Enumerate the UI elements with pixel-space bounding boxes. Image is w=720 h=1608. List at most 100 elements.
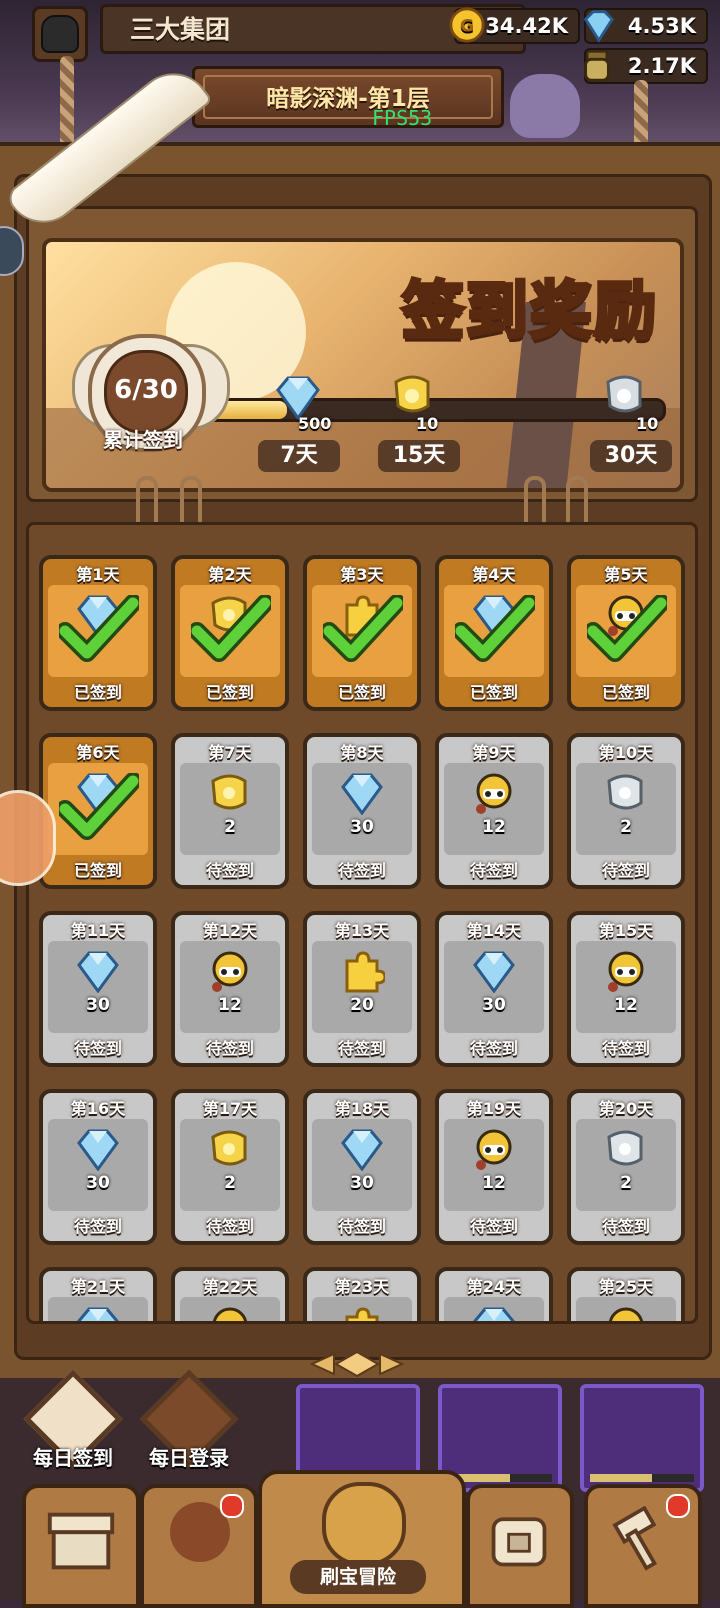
- day-label: 第15天: [598, 921, 654, 940]
- hanging-rope: [60, 56, 74, 146]
- signin-title: 签到奖励: [400, 272, 658, 349]
- player-avatar[interactable]: [32, 6, 88, 62]
- signin-day-cell[interactable]: 第18天 30 待签到: [303, 1089, 421, 1245]
- milestone-amount: 10: [416, 414, 439, 433]
- puzzle-icon: [345, 951, 385, 993]
- diamond-counter[interactable]: 4.53K: [583, 8, 708, 44]
- reward-amount: 12: [482, 817, 506, 837]
- nav-shop-button[interactable]: [22, 1484, 140, 1608]
- day-label: 第9天: [472, 743, 516, 762]
- checkmark-icon: [191, 595, 271, 662]
- player-name: 三大集团: [130, 15, 231, 44]
- milestone-day: 7天: [258, 440, 340, 472]
- hero-slot[interactable]: [580, 1384, 704, 1492]
- reward-amount: 30: [482, 995, 506, 1015]
- diamond-icon: [583, 10, 615, 43]
- day-label: 第17天: [202, 1099, 258, 1118]
- signin-day-cell[interactable]: 第2天 已签到: [171, 555, 289, 711]
- signin-day-cell[interactable]: 第25天: [567, 1267, 685, 1321]
- signin-day-cell[interactable]: 第21天: [39, 1267, 157, 1321]
- signin-status: 待签到: [601, 1039, 650, 1058]
- floating-assistant-bubble[interactable]: [0, 790, 56, 886]
- compass-map-icon: [322, 1482, 406, 1566]
- fps-counter: FPS53: [372, 106, 433, 130]
- puzzle-icon: [345, 1307, 379, 1321]
- signin-day-cell[interactable]: 第19天 12 待签到: [435, 1089, 553, 1245]
- signin-status: 已签到: [601, 683, 650, 702]
- daily-login-button[interactable]: 每日登录: [134, 1369, 239, 1476]
- reward-amount: 20: [350, 995, 374, 1015]
- reward-amount: 12: [614, 995, 638, 1015]
- reward-amount: 30: [350, 817, 374, 837]
- signin-status: 已签到: [73, 683, 122, 702]
- signin-day-cell[interactable]: 第15天 12 待签到: [567, 911, 685, 1067]
- signin-day-cell[interactable]: 第23天: [303, 1267, 421, 1321]
- hero-icon: [608, 951, 644, 992]
- nav-forge-button[interactable]: [584, 1484, 702, 1608]
- medal-core: 6/30: [104, 350, 188, 434]
- reward-amount: 2: [224, 1173, 236, 1193]
- signin-day-cell[interactable]: 第3天 已签到: [303, 555, 421, 711]
- signin-day-cell[interactable]: 第8天 30 待签到: [303, 733, 421, 889]
- signin-status: 待签到: [337, 1217, 386, 1236]
- signin-status: 已签到: [73, 861, 122, 880]
- signin-day-cell[interactable]: 第5天 已签到: [567, 555, 685, 711]
- signin-day-cell[interactable]: 第16天 30 待签到: [39, 1089, 157, 1245]
- day-label: 第16天: [70, 1099, 126, 1118]
- potion-counter[interactable]: 2.17K: [584, 48, 708, 84]
- scroll-more-icon[interactable]: [310, 1350, 404, 1378]
- stage-title: 暗影深渊-第1层: [266, 86, 430, 112]
- silver-scroll-icon: [606, 375, 642, 413]
- day-label: 第24天: [466, 1277, 522, 1296]
- signin-day-cell[interactable]: 第4天 已签到: [435, 555, 553, 711]
- nav-hero-button[interactable]: [140, 1484, 258, 1608]
- diamond-icon: [341, 773, 383, 815]
- checkmark-icon: [455, 595, 535, 662]
- signin-day-cell[interactable]: 第10天 2 待签到: [567, 733, 685, 889]
- daily-signin-label: 每日签到: [33, 1446, 113, 1470]
- day-label: 第1天: [76, 565, 120, 584]
- signin-status: 待签到: [205, 1217, 254, 1236]
- signin-day-cell[interactable]: 第12天 12 待签到: [171, 911, 289, 1067]
- day-label: 第10天: [598, 743, 654, 762]
- silver-scroll-icon: [607, 1130, 643, 1166]
- signin-day-grid: 第1天 已签到 第2天 已签到 第3天 已签到 第4天 已签到 第5天 已签到 第6天 已签到 第7天 2…: [39, 555, 685, 1321]
- gold-scroll-icon: [211, 1130, 247, 1166]
- day-label: 第19天: [466, 1099, 522, 1118]
- signin-day-cell[interactable]: 第22天: [171, 1267, 289, 1321]
- signin-day-cell[interactable]: 第6天 已签到: [39, 733, 157, 889]
- adventure-label: 刷宝冒险: [290, 1560, 426, 1594]
- signin-day-cell[interactable]: 第14天 30 待签到: [435, 911, 553, 1067]
- signin-day-cell[interactable]: 第11天 30 待签到: [39, 911, 157, 1067]
- signin-day-cell[interactable]: 第7天 2 待签到: [171, 733, 289, 889]
- checkmark-icon: [323, 595, 403, 662]
- signin-status: 待签到: [469, 861, 518, 880]
- signin-status: 待签到: [205, 861, 254, 880]
- signin-day-cell[interactable]: 第13天 20 待签到: [303, 911, 421, 1067]
- signin-day-cell[interactable]: 第17天 2 待签到: [171, 1089, 289, 1245]
- checkmark-icon: [59, 595, 139, 662]
- hero-hp-bar: [590, 1474, 694, 1482]
- hammer-icon: [612, 1506, 658, 1571]
- signin-day-cell[interactable]: 第9天 12 待签到: [435, 733, 553, 889]
- nav-bag-button[interactable]: [466, 1484, 574, 1608]
- reward-amount: 12: [482, 1173, 506, 1193]
- signin-day-cell[interactable]: 第1天已签到: [39, 555, 157, 711]
- signin-day-cell[interactable]: 第20天 2 待签到: [567, 1089, 685, 1245]
- diamond-icon: [341, 1129, 383, 1171]
- stage-banner[interactable]: 暗影深渊-第1层: [192, 66, 504, 128]
- gold-counter[interactable]: G 34.42K: [449, 7, 580, 44]
- checkmark-icon: [587, 595, 667, 662]
- signin-day-cell[interactable]: 第24天: [435, 1267, 553, 1321]
- day-label: 第3天: [340, 565, 384, 584]
- day-label: 第23天: [334, 1277, 390, 1296]
- reward-amount: 2: [224, 817, 236, 837]
- milestone-day: 30天: [590, 440, 672, 472]
- reward-amount: 30: [350, 1173, 374, 1193]
- reward-amount: 30: [86, 995, 110, 1015]
- gold-scroll-icon: [211, 774, 247, 810]
- hero-icon: [608, 1307, 644, 1321]
- daily-signin-button[interactable]: 每日签到: [18, 1369, 123, 1476]
- day-label: 第2天: [208, 565, 252, 584]
- signin-day-grid-frame[interactable]: 第1天 已签到 第2天 已签到 第3天 已签到 第4天 已签到 第5天 已签到 第6天 已签到 第7天 2…: [26, 522, 698, 1324]
